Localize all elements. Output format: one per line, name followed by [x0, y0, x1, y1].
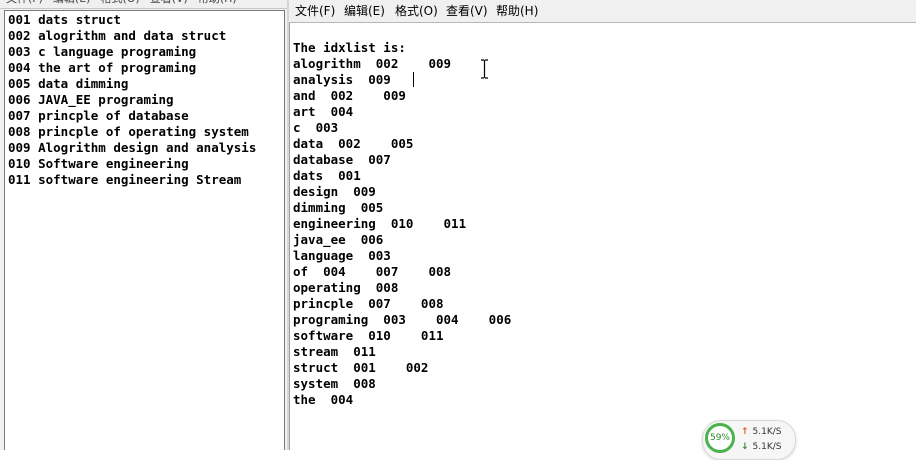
- text-line: c 003: [293, 120, 339, 135]
- right-text-area[interactable]: The idxlist is: alogrithm 002 009 analys…: [289, 23, 916, 450]
- usage-gauge: 59%: [705, 423, 735, 453]
- text-line: 011 software engineering Stream: [8, 172, 242, 187]
- left-menu-help[interactable]: 帮助(H): [198, 0, 237, 8]
- text-line: 001 dats struct: [8, 12, 121, 27]
- left-menu-view[interactable]: 查看(V): [150, 0, 188, 8]
- text-line: software 010 011: [293, 328, 444, 343]
- text-line: struct 001 002: [293, 360, 429, 375]
- text-line: database 007: [293, 152, 391, 167]
- left-menu-format[interactable]: 格式(O): [100, 0, 139, 8]
- text-line: system 008: [293, 376, 376, 391]
- upload-arrow-icon: ↑: [741, 427, 749, 437]
- text-line: 010 Software engineering: [8, 156, 189, 171]
- text-line: art 004: [293, 104, 354, 119]
- upload-speed: ↑ 5.1K/S: [741, 427, 782, 437]
- text-line: 008 princple of operating system: [8, 124, 249, 139]
- text-line: 009 Alogrithm design and analysis: [8, 140, 257, 155]
- text-line: of 004 007 008: [293, 264, 452, 279]
- menu-file[interactable]: 文件(F): [295, 0, 335, 22]
- usage-percent: 59%: [709, 433, 730, 443]
- menu-view[interactable]: 查看(V): [446, 0, 488, 22]
- text-line: and 002 009: [293, 88, 406, 103]
- text-line: dimming 005: [293, 200, 384, 215]
- text-line: 004 the art of programing: [8, 60, 197, 75]
- text-line: 003 c language programing: [8, 44, 197, 59]
- left-menubar: 文件(F) 编辑(E) 格式(O) 查看(V) 帮助(H): [0, 0, 293, 9]
- text-line: 005 data dimming: [8, 76, 129, 91]
- text-line: engineering 010 011: [293, 216, 467, 231]
- left-menu-file[interactable]: 文件(F): [6, 0, 43, 8]
- text-line: The idxlist is:: [293, 40, 406, 55]
- download-speed-value: 5.1K/S: [752, 442, 782, 452]
- right-menubar: 文件(F) 编辑(E) 格式(O) 查看(V) 帮助(H): [289, 0, 916, 23]
- text-caret: [413, 72, 414, 87]
- download-arrow-icon: ↓: [741, 442, 749, 452]
- text-line: dats 001: [293, 168, 361, 183]
- menu-format[interactable]: 格式(O): [395, 0, 438, 22]
- ibeam-cursor-icon: [481, 59, 488, 79]
- menu-edit[interactable]: 编辑(E): [344, 0, 385, 22]
- text-line: alogrithm 002 009: [293, 56, 452, 71]
- text-line: stream 011: [293, 344, 376, 359]
- left-text-area[interactable]: 001 dats struct 002 alogrithm and data s…: [4, 10, 285, 450]
- text-line: 007 princple of database: [8, 108, 189, 123]
- text-line: operating 008: [293, 280, 399, 295]
- text-line: language 003: [293, 248, 391, 263]
- left-menu-edit[interactable]: 编辑(E): [53, 0, 91, 8]
- menu-help[interactable]: 帮助(H): [496, 0, 538, 22]
- text-line: 006 JAVA_EE programing: [8, 92, 174, 107]
- text-line: java_ee 006: [293, 232, 384, 247]
- left-notepad-window: 文件(F) 编辑(E) 格式(O) 查看(V) 帮助(H) 001 dats s…: [0, 0, 293, 450]
- text-line: data 002 005: [293, 136, 414, 151]
- text-line: princple 007 008: [293, 296, 444, 311]
- text-line: programing 003 004 006: [293, 312, 512, 327]
- text-line: 002 alogrithm and data struct: [8, 28, 227, 43]
- text-line: design 009: [293, 184, 376, 199]
- net-speed-widget[interactable]: 59% ↑ 5.1K/S ↓ 5.1K/S: [702, 420, 796, 460]
- right-notepad-window: 文件(F) 编辑(E) 格式(O) 查看(V) 帮助(H) The idxlis…: [289, 0, 916, 450]
- text-line: the 004: [293, 392, 354, 407]
- text-line: analysis 009: [293, 72, 391, 87]
- upload-speed-value: 5.1K/S: [752, 427, 782, 437]
- download-speed: ↓ 5.1K/S: [741, 442, 782, 452]
